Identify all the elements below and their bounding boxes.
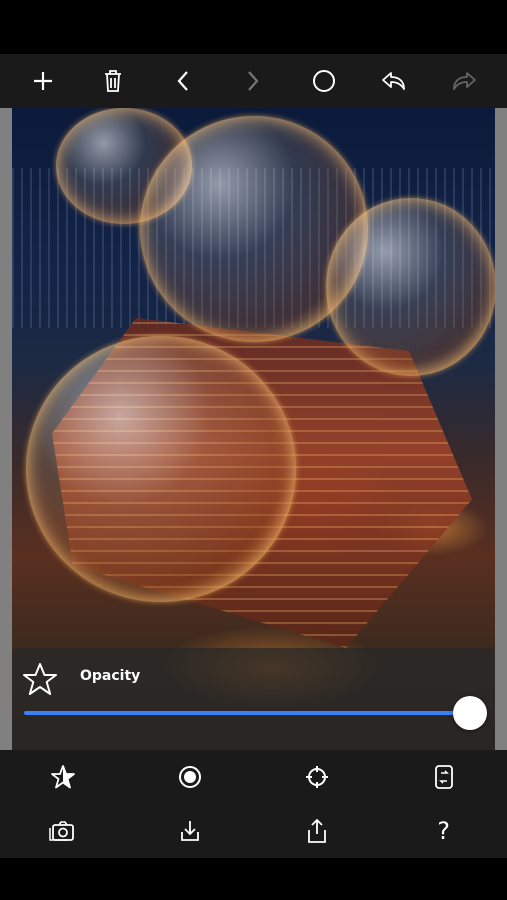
record-button[interactable]	[170, 757, 210, 797]
share-icon	[307, 818, 326, 843]
target-icon	[305, 766, 328, 788]
camera-button[interactable]	[43, 811, 83, 851]
help-icon: ?	[437, 817, 450, 845]
circle-icon	[312, 70, 335, 92]
bubble[interactable]	[326, 198, 495, 376]
opacity-label: Opacity	[80, 668, 141, 684]
target-button[interactable]	[297, 757, 337, 797]
plus-icon	[34, 72, 53, 90]
bottom-toolbar: ?	[0, 750, 507, 858]
opacity-slider-thumb[interactable]	[453, 696, 487, 730]
trash-icon	[105, 70, 122, 92]
swap-icon	[434, 765, 453, 789]
swap-button[interactable]	[424, 757, 464, 797]
chevron-left-icon	[177, 71, 189, 91]
previous-button[interactable]	[163, 61, 203, 101]
redo-button[interactable]	[444, 61, 484, 101]
opacity-panel: Opacity	[12, 648, 495, 750]
bottom-toolbar-row-1	[0, 750, 507, 804]
add-button[interactable]	[23, 61, 63, 101]
undo-button[interactable]	[374, 61, 414, 101]
opacity-slider-track[interactable]	[24, 711, 470, 715]
delete-button[interactable]	[93, 61, 133, 101]
download-button[interactable]	[170, 811, 210, 851]
star-icon[interactable]	[22, 662, 58, 698]
download-icon	[181, 821, 200, 841]
help-button[interactable]: ?	[424, 811, 464, 851]
record-icon	[179, 766, 202, 788]
camera-icon	[49, 821, 75, 841]
chevron-right-icon	[248, 71, 259, 91]
redo-icon	[453, 72, 476, 90]
status-bar	[0, 0, 507, 54]
next-button[interactable]	[233, 61, 273, 101]
top-toolbar	[0, 54, 507, 108]
bottom-toolbar-row-2: ?	[0, 804, 507, 858]
favorite-star-icon	[51, 765, 76, 789]
favorite-button[interactable]	[43, 757, 83, 797]
home-indicator-area	[0, 858, 507, 900]
share-button[interactable]	[297, 811, 337, 851]
bubble[interactable]	[26, 336, 296, 602]
circle-button[interactable]	[304, 61, 344, 101]
undo-icon	[381, 72, 405, 90]
